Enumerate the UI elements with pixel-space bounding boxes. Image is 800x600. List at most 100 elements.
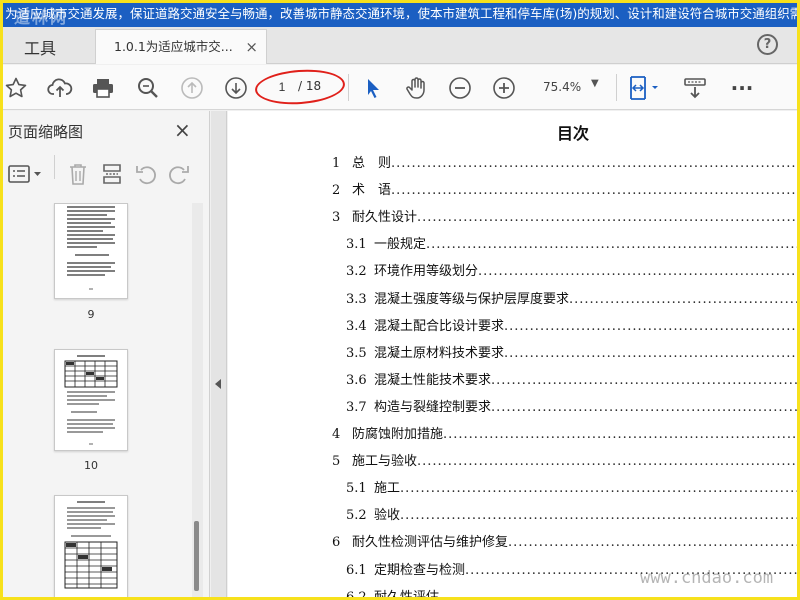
watermark-logo: 道林网 <box>14 8 69 27</box>
thumbnail-panel-title: 页面缩略图 <box>8 123 84 141</box>
toolbar: / 18 75.4% ▼ ··· <box>0 65 800 110</box>
previous-page-icon[interactable] <box>178 65 206 110</box>
print-icon[interactable] <box>89 65 117 110</box>
toc-entry-number: 6.2 <box>346 589 367 600</box>
tab-close-icon[interactable]: × <box>245 30 258 64</box>
thumbnail-page-number: 9 <box>87 308 95 321</box>
delete-icon[interactable] <box>67 162 89 186</box>
toc-entry[interactable]: 3.3 混凝土强度等级与保护层厚度要求......................… <box>346 288 800 308</box>
bookmark-star-icon[interactable] <box>2 65 30 110</box>
toc-leader-dots: ........................................… <box>508 535 800 551</box>
thumbnail-panel: 页面缩略图 × 9 10 <box>0 111 210 600</box>
zoom-out-icon[interactable] <box>446 65 474 110</box>
document-title: 目次 <box>556 124 589 143</box>
thumbnail-list: 9 10 <box>0 203 203 600</box>
title-banner: 为适应城市交通发展，保证道路交通安全与畅通，改善城市静态交通环境，使本市建筑工程… <box>0 0 800 27</box>
toc-entry-title: 耐久性检测评估与维护修复 <box>352 535 509 551</box>
collapse-panel-icon[interactable] <box>215 379 221 389</box>
toc-entry[interactable]: 6 耐久性检测评估与维护修复...........................… <box>332 531 800 551</box>
toc-entry[interactable]: 5 施工与验收..................................… <box>332 450 800 470</box>
fit-page-icon[interactable] <box>625 65 663 110</box>
toc-leader-dots: ........................................… <box>491 399 800 415</box>
toc-entry-number: 2 <box>332 183 341 199</box>
toc-leader-dots: ........................................… <box>439 589 800 600</box>
tab-document-label: 1.0.1为适应城市交... <box>114 39 233 54</box>
rotate-right-icon[interactable] <box>167 162 191 186</box>
toc-entry-number: 1 <box>332 156 341 171</box>
toc-entry-title: 构造与裂缝控制要求 <box>374 399 492 415</box>
next-page-icon[interactable] <box>222 65 250 110</box>
toc-entry-number: 5.1 <box>346 481 367 497</box>
toc-entry-number: 6.1 <box>346 562 367 578</box>
toc-entry-title: 混凝土性能技术要求 <box>374 372 492 388</box>
toc-leader-dots: ........................................… <box>391 183 800 199</box>
panel-splitter[interactable] <box>211 111 227 600</box>
help-icon[interactable]: ? <box>757 34 778 55</box>
toc-entry-number: 5 <box>332 454 341 470</box>
toc-entry[interactable]: 1 总 则....................................… <box>332 152 800 172</box>
thumbnail-scrollbar-thumb[interactable] <box>194 521 199 591</box>
toc-entry-title: 施工与验收 <box>352 454 418 470</box>
toc-entry-number: 3.5 <box>346 345 367 361</box>
toc-entry-title: 耐久性设计 <box>352 210 418 226</box>
document-view: 目次 1 总 则.................................… <box>228 111 800 600</box>
toc-leader-dots: ........................................… <box>400 508 800 524</box>
toc-entry-title: 混凝土强度等级与保护层厚度要求 <box>374 291 570 307</box>
rotate-left-icon[interactable] <box>134 162 158 186</box>
toc-entry[interactable]: 4 防腐蚀附加措施................................… <box>332 423 800 443</box>
select-cursor-icon[interactable] <box>360 65 386 110</box>
toc-entry-title: 防腐蚀附加措施 <box>352 427 444 442</box>
toc-entry[interactable]: 3.2 环境作用等级划分.............................… <box>346 260 800 280</box>
thumbnail-options-icon[interactable] <box>7 162 43 186</box>
toc-leader-dots: ........................................… <box>504 318 800 334</box>
toc-entry[interactable]: 2 术 语....................................… <box>332 179 800 199</box>
toc-entry[interactable]: 3.6 混凝土性能技术要求............................… <box>346 369 800 389</box>
toc-entry[interactable]: 3 耐久性设计..................................… <box>332 206 800 226</box>
toc-leader-dots: ........................................… <box>426 237 800 253</box>
toc-leader-dots: ........................................… <box>443 427 800 442</box>
toc-entry-number: 3.4 <box>346 318 367 334</box>
read-mode-icon[interactable] <box>680 65 710 110</box>
zoom-select[interactable]: 75.4% ▼ <box>530 77 605 99</box>
toc-leader-dots: ........................................… <box>569 291 800 307</box>
more-options-icon[interactable]: ··· <box>728 65 756 110</box>
close-icon[interactable]: × <box>174 118 191 142</box>
toc-entry[interactable]: 3.1 一般规定.................................… <box>346 233 800 253</box>
tab-document[interactable]: 1.0.1为适应城市交... × <box>95 29 267 64</box>
toc-entry-title: 混凝土原材料技术要求 <box>374 345 505 361</box>
toc-leader-dots: ........................................… <box>391 156 800 171</box>
toc-entry-number: 4 <box>332 427 341 442</box>
toc-entry-title: 定期检查与检测 <box>374 562 466 578</box>
hand-tool-icon[interactable] <box>402 65 430 110</box>
chevron-down-icon: ▼ <box>591 78 599 89</box>
cloud-upload-icon[interactable] <box>45 65 75 110</box>
toc-entry-title: 环境作用等级划分 <box>374 264 479 280</box>
tab-tools[interactable]: 工具 <box>24 35 56 59</box>
zoom-search-icon[interactable] <box>134 65 162 110</box>
toc-leader-dots: ........................................… <box>504 345 800 361</box>
toolbar-divider <box>616 74 617 101</box>
toc-entry[interactable]: 3.4 混凝土配合比设计要求...........................… <box>346 315 800 335</box>
toc-entry-title: 施工 <box>374 481 401 497</box>
toc-entry-title: 验收 <box>374 508 401 524</box>
banner-text: 为适应城市交通发展，保证道路交通安全与畅通，改善城市静态交通环境，使本市建筑工程… <box>5 6 800 21</box>
zoom-in-icon[interactable] <box>490 65 518 110</box>
thumbnail-page-11[interactable] <box>54 495 128 600</box>
toc-entry-number: 6 <box>332 535 341 551</box>
insert-page-icon[interactable] <box>101 162 123 186</box>
toc-entry-number: 3.7 <box>346 399 367 415</box>
toc-entry[interactable]: 5.1 施工...................................… <box>346 477 800 497</box>
tab-bar: 工具 1.0.1为适应城市交... × <box>0 27 800 64</box>
toc-leader-dots: ........................................… <box>417 454 800 470</box>
toc-entry-title: 术 语 <box>352 183 392 199</box>
toc-entry[interactable]: 5.2 验收...................................… <box>346 504 800 524</box>
toc-entry-title: 总 则 <box>352 156 392 171</box>
toc-entry[interactable]: 3.5 混凝土原材料技术要求...........................… <box>346 342 800 362</box>
toc-entry-title: 混凝土配合比设计要求 <box>374 318 505 334</box>
thumbnail-page-9[interactable] <box>54 203 128 299</box>
thumbnail-page-10[interactable] <box>54 349 128 451</box>
toc-leader-dots: ........................................… <box>478 264 800 280</box>
toc-entry-number: 5.2 <box>346 508 367 524</box>
toolbar-divider <box>348 74 349 101</box>
toc-entry[interactable]: 3.7 构造与裂缝控制要求............................… <box>346 396 800 416</box>
